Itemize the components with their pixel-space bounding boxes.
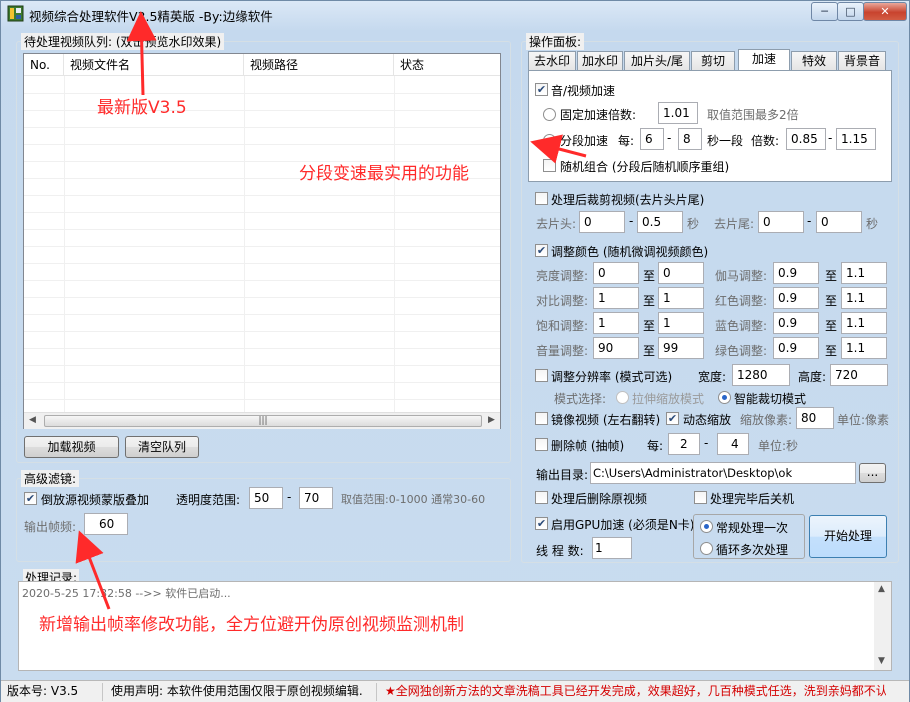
status-bar: 版本号: V3.5 使用声明: 本软件使用范围仅限于原创视频编辑. ★全网独创新… xyxy=(1,680,909,702)
version-arrow xyxy=(126,11,157,96)
app-window: 视频综合处理软件V3.5精英版 -By:边缘软件 ─ □ ✕ 待处理视频队列: … xyxy=(0,0,910,702)
segment-note: 分段变速最实用的功能 xyxy=(299,164,469,184)
fps-arrow xyxy=(75,530,111,610)
fps-note: 新增输出帧率修改功能，全方位避开伪原创视频监测机制 xyxy=(39,615,464,635)
status-version: 版本号: V3.5 xyxy=(3,683,103,701)
version-note: 最新版V3.5 xyxy=(97,98,187,118)
status-ad[interactable]: ★全网独创新方法的文章洗稿工具已经开发完成，效果超好，几百种模式任选，洗到亲妈都… xyxy=(381,683,886,701)
status-usage: 使用声明: 本软件使用范围仅限于原创视频编辑. xyxy=(107,683,377,701)
segment-arrow xyxy=(530,134,587,164)
